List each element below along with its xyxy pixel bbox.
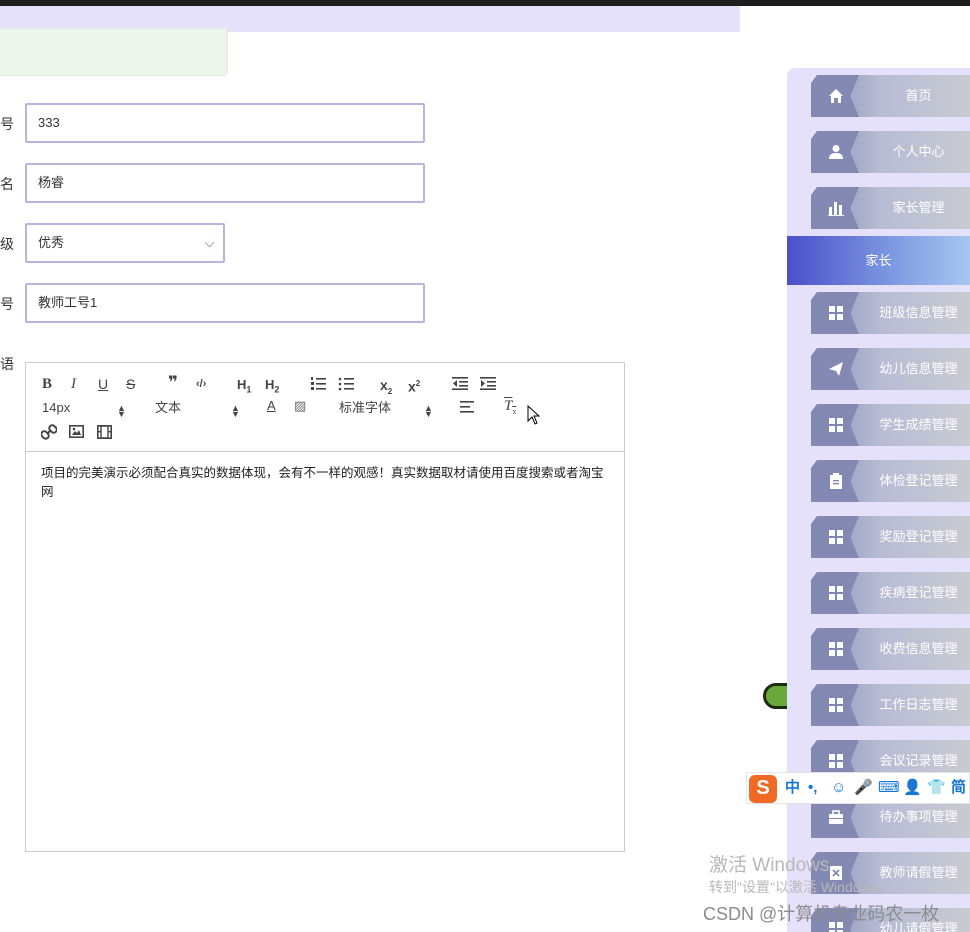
send-icon <box>829 362 843 376</box>
code-block-icon[interactable]: ‹/› <box>196 375 206 393</box>
sidebar-item-rewards[interactable]: 奖励登记管理 <box>811 516 970 558</box>
field-label-teacher-id: 号 <box>0 296 14 312</box>
font-color-icon[interactable]: A <box>267 397 276 415</box>
image-icon[interactable] <box>69 425 84 438</box>
sidebar-item-label: 奖励登记管理 <box>879 529 958 544</box>
align-icon[interactable] <box>460 401 474 413</box>
sidebar-item-grades[interactable]: 学生成绩管理 <box>811 404 970 446</box>
ordered-list-icon[interactable] <box>310 377 326 391</box>
ime-voice-icon[interactable]: 🎤 <box>854 779 873 797</box>
sidebar-item-label: 班级信息管理 <box>879 305 958 320</box>
breadcrumb-panel <box>0 28 228 76</box>
home-icon <box>829 89 843 103</box>
sidebar-item-illness[interactable]: 疾病登记管理 <box>811 572 970 614</box>
sogou-logo-icon: S <box>749 775 777 803</box>
ime-toolbar[interactable]: S 中 •, ☺ 🎤 ⌨ 👤 👕 简 <box>746 772 970 804</box>
chevron-down-icon <box>204 237 215 248</box>
sidebar-item-label: 工作日志管理 <box>879 697 958 712</box>
blockquote-icon[interactable]: ❞ <box>168 374 178 392</box>
name-input[interactable]: 杨睿 <box>25 163 425 203</box>
underline-icon[interactable]: U <box>98 375 108 393</box>
video-icon[interactable] <box>97 425 112 439</box>
sidebar-item-health-check[interactable]: 体检登记管理 <box>811 460 970 502</box>
clean-format-icon[interactable]: Tx <box>504 397 516 421</box>
font-size-select[interactable]: 14px <box>42 399 70 417</box>
field-label-number: 号 <box>0 116 14 132</box>
ime-simplified[interactable]: 简 <box>951 779 966 797</box>
grid-icon <box>829 754 843 768</box>
editor-content[interactable]: 项目的完美演示必须配合真实的数据体现，会有不一样的观感！真实数据取材请使用百度搜… <box>26 452 624 514</box>
bar-chart-icon <box>828 202 844 216</box>
ime-keyboard-icon[interactable]: ⌨ <box>878 779 900 797</box>
clipboard-icon <box>830 473 842 489</box>
rich-text-editor: B I U S ❞ ‹/› H1 H2 x2 x2 14px ▲ ▼ 文本 ▲ … <box>25 362 625 852</box>
strike-icon[interactable]: S <box>126 375 135 393</box>
ime-user-icon[interactable]: 👤 <box>903 779 922 797</box>
activate-windows-title: 激活 Windows <box>709 855 830 876</box>
grid-icon <box>829 418 843 432</box>
mouse-cursor-icon <box>527 405 541 425</box>
csdn-watermark: CSDN @计算机专业码农一枚 <box>703 904 940 924</box>
sidebar-item-label: 幼儿信息管理 <box>879 361 958 376</box>
level-select[interactable]: 优秀 <box>25 223 225 263</box>
field-label-comment: 语 <box>0 356 14 372</box>
h2-icon[interactable]: H2 <box>265 376 279 399</box>
sidebar-item-label: 首页 <box>905 88 932 103</box>
grid-icon <box>829 698 843 712</box>
grid-icon <box>829 530 843 544</box>
ime-chinese-mode[interactable]: 中 <box>785 779 800 797</box>
sidebar-item-label: 收费信息管理 <box>879 641 958 656</box>
user-icon <box>829 145 843 159</box>
h1-icon[interactable]: H1 <box>237 376 251 399</box>
sidebar-item-fees[interactable]: 收费信息管理 <box>811 628 970 670</box>
sidebar-item-label: 家长管理 <box>892 200 945 215</box>
font-size-arrows-icon-down: ▼ <box>117 409 126 419</box>
field-label-name: 名 <box>0 176 14 192</box>
font-family-select[interactable]: 标准字体 <box>339 399 391 417</box>
teacher-id-input[interactable]: 教师工号1 <box>25 283 425 323</box>
grid-icon <box>829 586 843 600</box>
field-label-level: 级 <box>0 236 14 252</box>
briefcase-icon <box>829 810 843 824</box>
sidebar-item-label: 疾病登记管理 <box>879 585 958 600</box>
heading-arrows-icon-down: ▼ <box>231 409 240 419</box>
outdent-icon[interactable] <box>452 377 468 390</box>
ime-skin-icon[interactable]: 👕 <box>927 779 946 797</box>
sidebar-item-parent-management[interactable]: 家长管理 <box>811 187 970 229</box>
link-icon[interactable] <box>41 424 57 440</box>
sidebar-item-label: 学生成绩管理 <box>879 417 958 432</box>
sidebar-item-parent[interactable]: 家长 <box>787 236 970 285</box>
font-family-arrows-icon-down: ▼ <box>424 409 433 419</box>
ime-punct-mode[interactable]: •, <box>808 779 817 797</box>
number-input[interactable]: 333 <box>25 103 425 143</box>
sidebar-item-work-log[interactable]: 工作日志管理 <box>811 684 970 726</box>
heading-select[interactable]: 文本 <box>155 399 181 417</box>
bold-icon[interactable]: B <box>42 375 52 393</box>
background-color-icon[interactable]: ▨ <box>294 397 306 415</box>
italic-icon[interactable]: I <box>71 375 76 393</box>
sidebar-item-label: 体检登记管理 <box>879 473 958 488</box>
grid-icon <box>829 642 843 656</box>
indent-icon[interactable] <box>480 377 496 390</box>
level-select-value: 优秀 <box>38 235 65 250</box>
sidebar-item-label: 个人中心 <box>892 144 945 159</box>
activate-windows-subtitle: 转到"设置"以激活 Windows。 <box>709 879 892 895</box>
sidebar-item-profile[interactable]: 个人中心 <box>811 131 970 173</box>
sidebar-item-home[interactable]: 首页 <box>811 75 970 117</box>
ime-emoji-icon[interactable]: ☺ <box>831 779 846 797</box>
sidebar-item-class-info[interactable]: 班级信息管理 <box>811 292 970 334</box>
subscript-icon[interactable]: x2 <box>380 376 392 401</box>
grid-icon <box>829 306 843 320</box>
superscript-icon[interactable]: x2 <box>408 375 420 396</box>
bullet-list-icon[interactable] <box>338 377 354 391</box>
sidebar-item-child-info[interactable]: 幼儿信息管理 <box>811 348 970 390</box>
